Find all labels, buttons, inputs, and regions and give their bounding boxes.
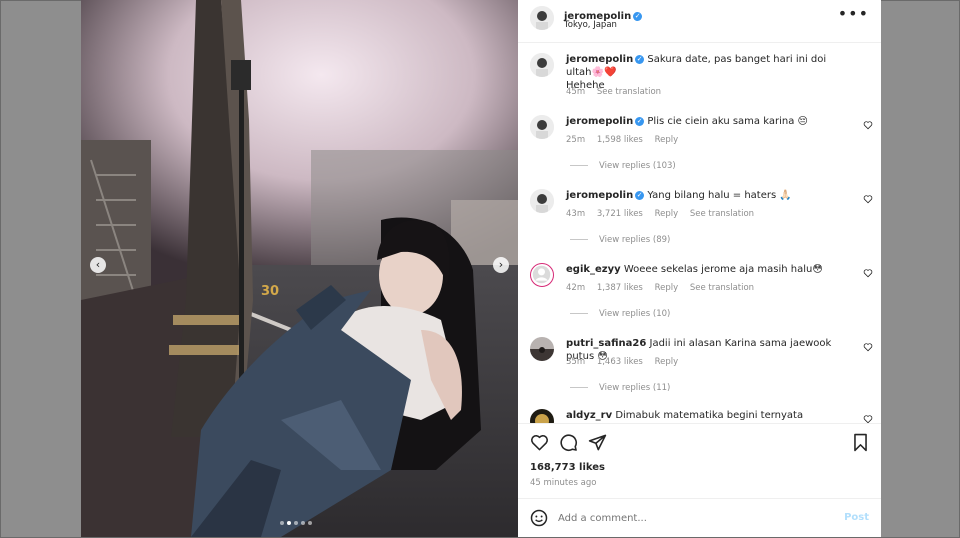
caption-username[interactable]: jeromepolin xyxy=(566,54,633,65)
comment-likes[interactable]: 1,463 likes xyxy=(597,357,643,367)
comment-body: Yang bilang halu = haters 🙏🏻 xyxy=(647,190,792,201)
caption-meta: 45m See translation xyxy=(566,87,670,97)
comment-reply-button[interactable]: Reply xyxy=(655,283,679,293)
like-comment-heart-icon[interactable] xyxy=(863,268,873,278)
comment-avatar[interactable] xyxy=(530,409,554,423)
comment-meta: 35m 1,463 likes Reply xyxy=(566,357,687,367)
comment-item: egik_ezyy Woeee sekelas jerome aja masih… xyxy=(518,263,881,323)
comment-item: jeromepolin ✓ Plis cie ciein aku sama kar… xyxy=(518,115,881,175)
comment-time: 42m xyxy=(566,283,586,293)
comment-reply-button[interactable]: Reply xyxy=(655,135,679,145)
comment-body: Woeee sekelas jerome aja masih halu😳 xyxy=(623,264,823,275)
like-comment-heart-icon[interactable] xyxy=(863,194,873,204)
carousel-dot-active xyxy=(287,521,291,525)
comment-item: aldyz_rv Dimabuk matematika begini terny… xyxy=(518,409,881,423)
view-replies-button[interactable]: View replies (89) xyxy=(570,235,670,245)
comment-text: aldyz_rv Dimabuk matematika begini terny… xyxy=(566,409,854,422)
comment-username[interactable]: aldyz_rv xyxy=(566,410,612,421)
comment-reply-button[interactable]: Reply xyxy=(655,209,679,219)
comment-likes[interactable]: 1,387 likes xyxy=(597,283,643,293)
like-comment-heart-icon[interactable] xyxy=(863,414,873,423)
comment-text: jeromepolin ✓ Plis cie ciein aku sama kar… xyxy=(566,115,854,128)
comment-avatar[interactable] xyxy=(530,189,554,213)
comment-username[interactable]: egik_ezyy xyxy=(566,264,621,275)
verified-badge-icon: ✓ xyxy=(635,117,645,126)
post-comment-button[interactable]: Post xyxy=(844,512,869,523)
comment-bubble-icon[interactable] xyxy=(559,433,578,452)
view-replies-label: View replies (11) xyxy=(599,383,671,393)
verified-badge-icon: ✓ xyxy=(635,191,645,200)
header-avatar[interactable] xyxy=(530,6,554,30)
view-replies-button[interactable]: View replies (11) xyxy=(570,383,670,393)
carousel-indicator xyxy=(280,521,312,525)
comment-avatar[interactable] xyxy=(530,337,554,361)
comment-meta: 42m 1,387 likes Reply See translation xyxy=(566,283,763,293)
post-photo[interactable]: 30 ‹ › xyxy=(81,0,518,537)
comment-time: 25m xyxy=(566,135,586,145)
post-header: jeromepolin ✓ Tokyo, Japan ••• xyxy=(518,0,881,43)
view-replies-label: View replies (103) xyxy=(599,161,676,171)
comment-item: jeromepolin ✓ Yang bilang halu = haters 🙏… xyxy=(518,189,881,249)
comment-likes[interactable]: 1,598 likes xyxy=(597,135,643,145)
comment-time: 43m xyxy=(566,209,586,219)
post-location[interactable]: Tokyo, Japan xyxy=(564,20,617,30)
like-count[interactable]: 168,773 likes xyxy=(530,462,605,473)
comment-meta: 43m 3,721 likes Reply See translation xyxy=(566,209,763,219)
comment-body: Dimabuk matematika begini ternyata xyxy=(615,410,804,421)
like-comment-heart-icon[interactable] xyxy=(863,120,873,130)
like-comment-heart-icon[interactable] xyxy=(863,342,873,352)
verified-badge-icon: ✓ xyxy=(635,55,645,64)
comment-avatar[interactable] xyxy=(530,263,554,287)
view-replies-label: View replies (10) xyxy=(599,309,671,319)
comment-text: egik_ezyy Woeee sekelas jerome aja masih… xyxy=(566,263,854,276)
caption-see-translation[interactable]: See translation xyxy=(597,87,661,97)
comment-meta: 25m 1,598 likes Reply xyxy=(566,135,687,145)
comment-avatar[interactable] xyxy=(530,115,554,139)
more-options-icon[interactable]: ••• xyxy=(838,6,869,22)
carousel-next-button[interactable]: › xyxy=(493,257,509,273)
carousel-prev-button[interactable]: ‹ xyxy=(90,257,106,273)
comment-input[interactable] xyxy=(558,508,818,528)
comment-reply-button[interactable]: Reply xyxy=(655,357,679,367)
caption-time: 45m xyxy=(566,87,586,97)
like-heart-icon[interactable] xyxy=(530,433,549,452)
verified-badge-icon: ✓ xyxy=(633,12,643,21)
comment-item: putri_safina26 Jadii ini alasan Karina s… xyxy=(518,337,881,397)
comment-time: 35m xyxy=(566,357,586,367)
post-modal: 30 ‹ › jeromepolin ✓ Tokyo, Japan ••• je… xyxy=(81,0,881,537)
carousel-dot xyxy=(308,521,312,525)
caption: jeromepolin ✓ Sakura date, pas banget har… xyxy=(518,53,881,103)
svg-text:30: 30 xyxy=(261,284,279,299)
carousel-dot xyxy=(294,521,298,525)
share-paper-plane-icon[interactable] xyxy=(588,433,607,452)
comment-username[interactable]: jeromepolin xyxy=(566,190,633,201)
comment-username[interactable]: putri_safina26 xyxy=(566,338,646,349)
carousel-dot xyxy=(280,521,284,525)
comment-see-translation[interactable]: See translation xyxy=(690,209,754,219)
comments-list: jeromepolin ✓ Sakura date, pas banget har… xyxy=(518,43,881,423)
comment-body: Plis cie ciein aku sama karina 😔 xyxy=(647,116,808,127)
view-replies-button[interactable]: View replies (10) xyxy=(570,309,670,319)
emoji-smiley-icon[interactable] xyxy=(530,509,548,527)
comment-username[interactable]: jeromepolin xyxy=(566,116,633,127)
carousel-dot xyxy=(301,521,305,525)
post-timestamp: 45 minutes ago xyxy=(530,478,597,488)
save-bookmark-icon[interactable] xyxy=(852,433,869,452)
view-replies-button[interactable]: View replies (103) xyxy=(570,161,676,171)
view-replies-label: View replies (89) xyxy=(599,235,671,245)
comment-see-translation[interactable]: See translation xyxy=(690,283,754,293)
comment-text: jeromepolin ✓ Yang bilang halu = haters 🙏… xyxy=(566,189,854,202)
comment-likes[interactable]: 3,721 likes xyxy=(597,209,643,219)
add-comment-bar: Post xyxy=(518,498,881,538)
caption-avatar[interactable] xyxy=(530,53,554,77)
photo-illustration: 30 xyxy=(81,0,518,537)
post-actions-bar xyxy=(518,423,881,464)
post-sidebar: jeromepolin ✓ Tokyo, Japan ••• jeromepoli… xyxy=(518,0,881,537)
